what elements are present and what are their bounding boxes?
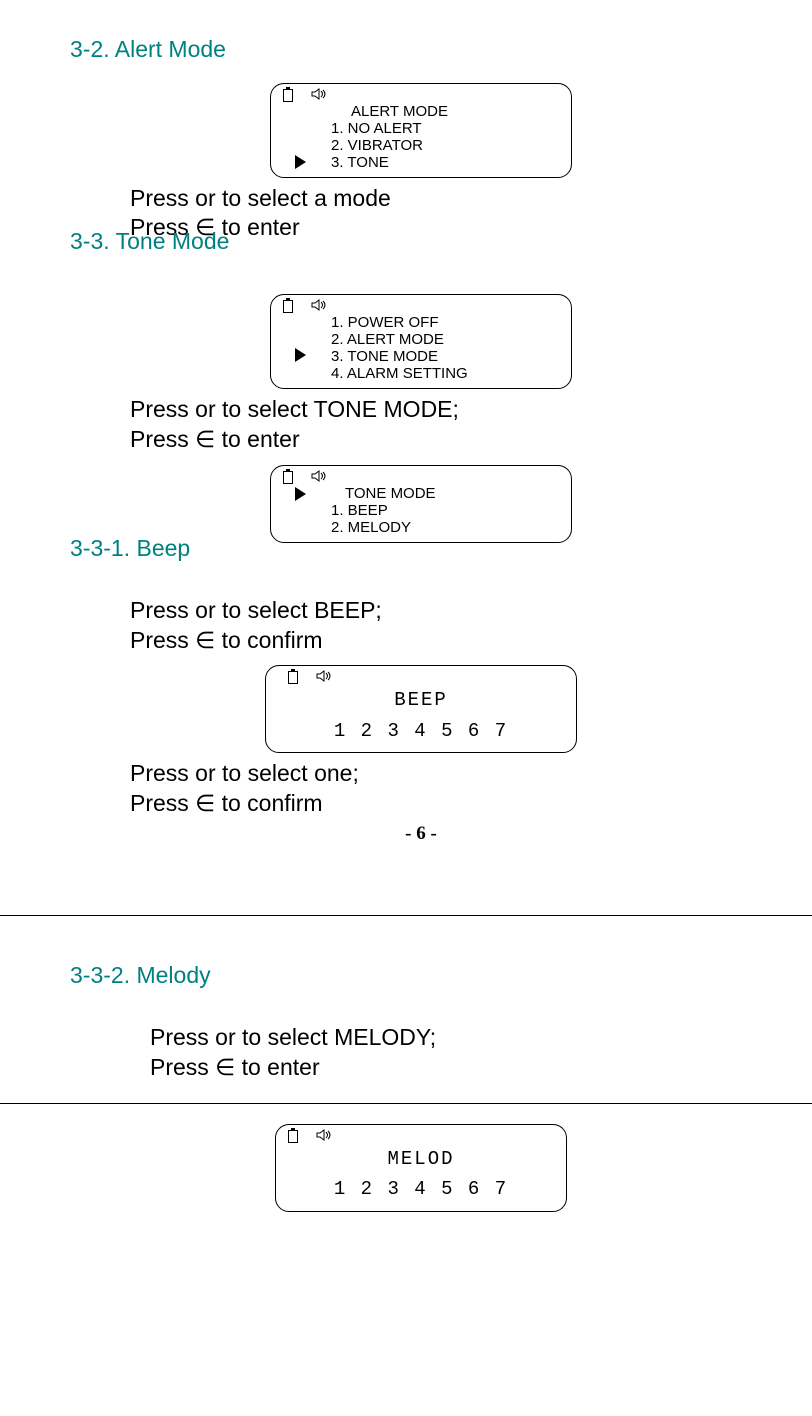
cursor-icon (295, 487, 306, 501)
lcd-title: MELOD (286, 1144, 556, 1174)
speaker-icon (311, 470, 329, 485)
instruction-text: Press or to select BEEP; (130, 596, 772, 626)
heading-3-3: 3-3. Tone Mode (70, 228, 229, 255)
lcd-line: 1. POWER OFF (331, 314, 561, 331)
lcd-main-menu: 1. POWER OFF 2. ALERT MODE 3. TONE MODE … (270, 294, 572, 389)
heading-3-2: 3-2. Alert Mode (70, 36, 772, 63)
speaker-icon (311, 299, 329, 314)
speaker-icon (316, 1129, 334, 1144)
lcd-line: 1. NO ALERT (331, 120, 561, 137)
instruction-text: Press or to select a mode (130, 184, 772, 214)
lcd-tone-mode: TONE MODE 1. BEEP 2. MELODY (270, 465, 572, 543)
battery-icon (288, 1130, 298, 1143)
lcd-line: 2. VIBRATOR (331, 137, 561, 154)
page-number: - 6 - (70, 823, 772, 845)
instruction-text: Press or to select TONE MODE; (130, 395, 772, 425)
cursor-icon (295, 155, 306, 169)
lcd-line: 4. ALARM SETTING (331, 365, 561, 382)
battery-icon (283, 300, 293, 313)
lcd-numbers: 1 2 3 4 5 6 7 (286, 1174, 556, 1204)
heading-3-3-2: 3-3-2. Melody (70, 962, 772, 989)
instruction-text: Press or to select MELODY; (150, 1023, 772, 1053)
lcd-title: TONE MODE (331, 485, 561, 502)
instruction-text: Press ∈ to enter (130, 425, 772, 455)
instruction-text: Press or to select one; (130, 759, 772, 789)
lcd-alert-mode: ALERT MODE 1. NO ALERT 2. VIBRATOR 3. TO… (270, 83, 572, 178)
speaker-icon (316, 670, 334, 685)
battery-icon (283, 89, 293, 102)
lcd-title: ALERT MODE (331, 103, 561, 120)
lcd-beep: BEEP 1 2 3 4 5 6 7 (265, 665, 577, 753)
lcd-melody: MELOD 1 2 3 4 5 6 7 (275, 1124, 567, 1212)
instruction-text: Press ∈ to confirm (130, 789, 772, 819)
battery-icon (288, 671, 298, 684)
lcd-line: 3. TONE MODE (331, 348, 561, 365)
lcd-numbers: 1 2 3 4 5 6 7 (276, 716, 566, 746)
lcd-line: 2. MELODY (331, 519, 561, 536)
lcd-title: BEEP (276, 685, 566, 715)
lcd-line: 1. BEEP (331, 502, 561, 519)
battery-icon (283, 471, 293, 484)
instruction-text: Press ∈ to enter (150, 1053, 772, 1083)
speaker-icon (311, 88, 329, 103)
instruction-text: Press ∈ to confirm (130, 626, 772, 656)
lcd-line: 2. ALERT MODE (331, 331, 561, 348)
lcd-line: 3. TONE (331, 154, 561, 171)
cursor-icon (295, 348, 306, 362)
